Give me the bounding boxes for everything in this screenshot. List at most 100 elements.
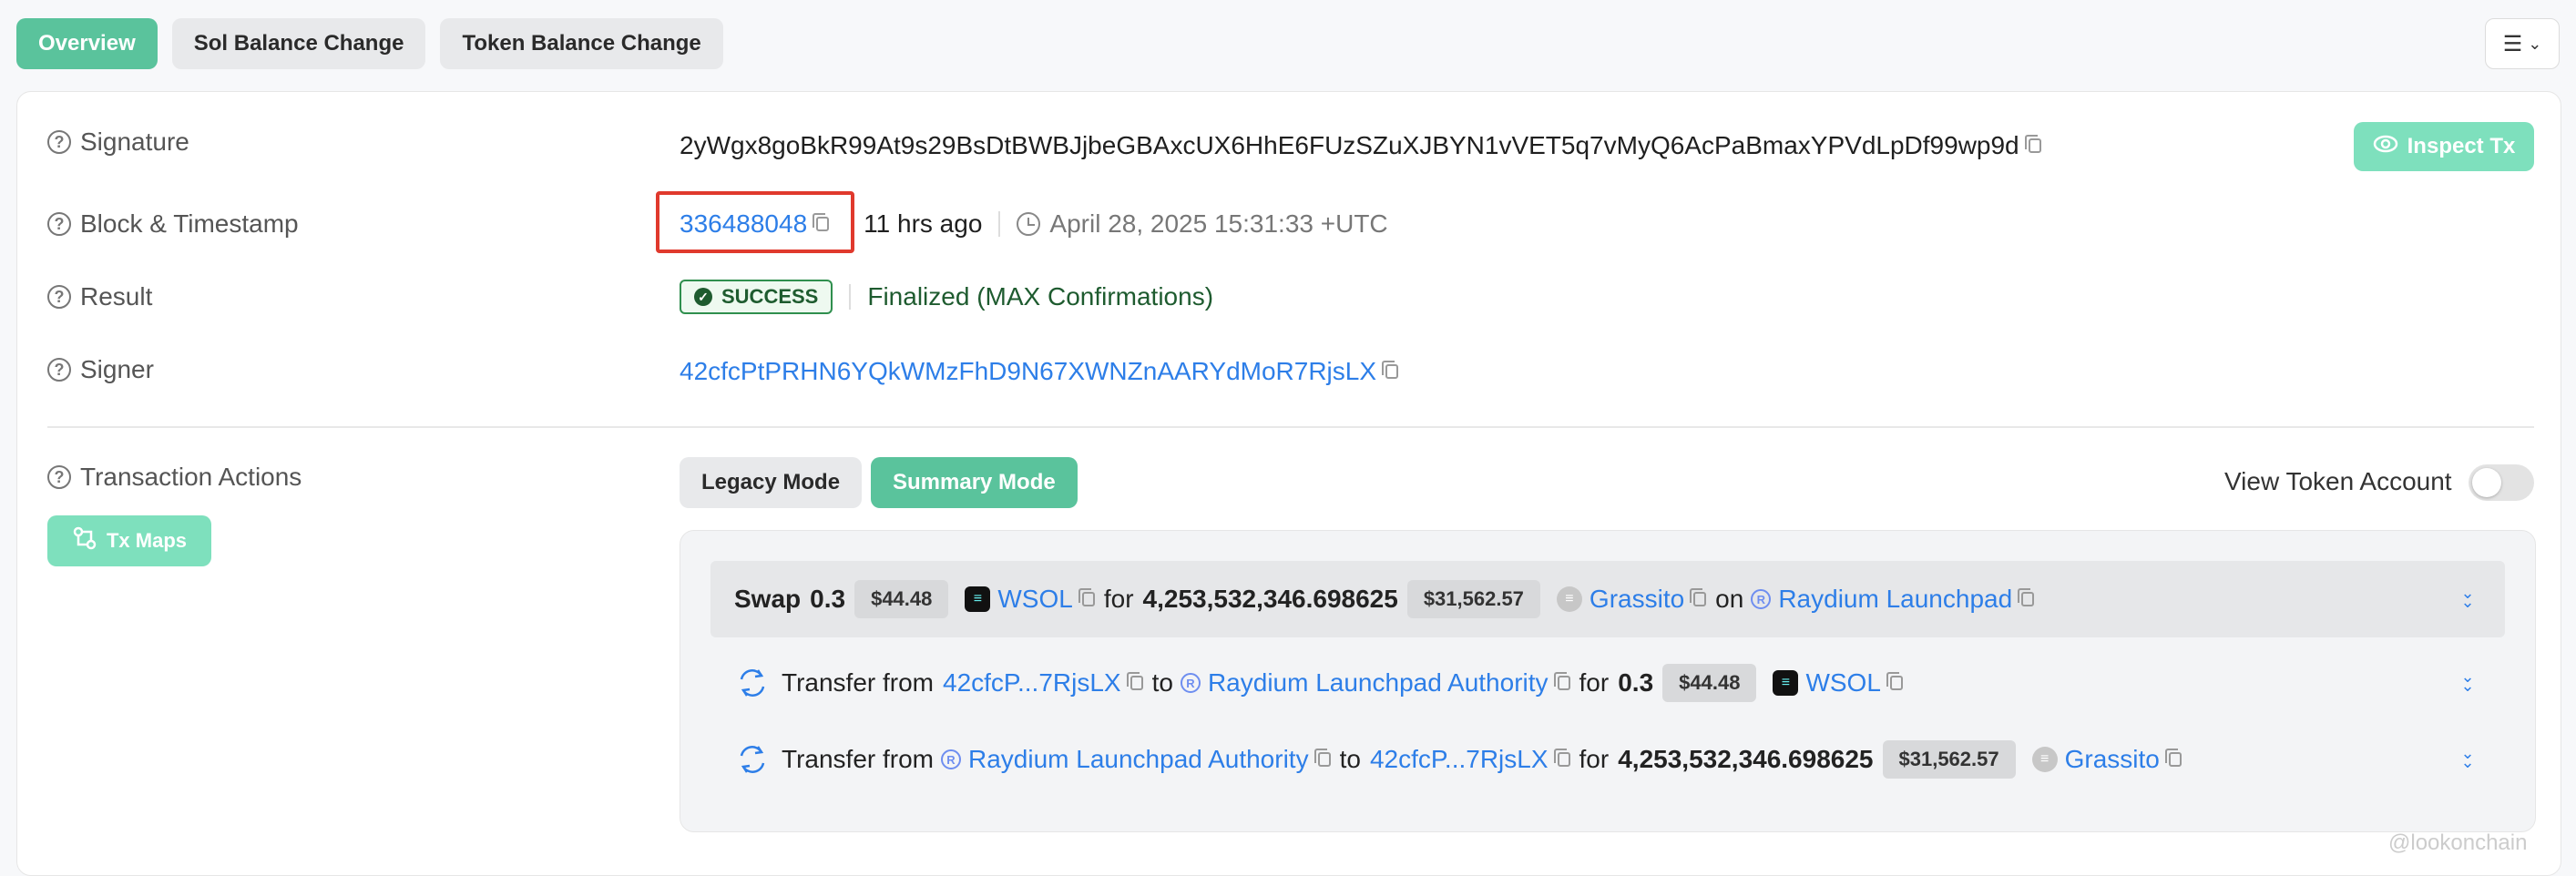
copy-icon[interactable] [813, 213, 830, 231]
for-text: for [1579, 745, 1610, 773]
usd-badge: $31,562.57 [1406, 580, 1540, 618]
inspect-tx-label: Inspect Tx [2407, 134, 2516, 158]
double-chevron-down-icon[interactable]: ⌄ ⌄ [2459, 668, 2476, 694]
copy-icon[interactable] [1126, 672, 1143, 690]
clock-icon [1017, 212, 1041, 236]
tx-maps-button[interactable]: Tx Maps [47, 515, 211, 566]
for-text: for [1579, 668, 1610, 697]
solana-token-icon: ≡ [1773, 670, 1799, 696]
section-divider [47, 426, 2534, 428]
copy-icon[interactable] [1553, 672, 1570, 690]
transfer-prefix: Transfer from [782, 668, 934, 697]
raydium-icon: R [941, 749, 961, 769]
divider [849, 284, 852, 310]
divider [998, 211, 1001, 237]
signer-address-link[interactable]: 42cfcPtPRHN6YQkWMzFhD9N67XWNZnAARYdMoR7R… [680, 357, 1376, 386]
to-text: to [1339, 745, 1361, 773]
transfer-prefix: Transfer from [782, 745, 934, 773]
copy-icon[interactable] [1553, 749, 1570, 767]
tab-token-balance-change[interactable]: Token Balance Change [440, 18, 723, 69]
view-token-account-toggle[interactable] [2469, 464, 2534, 501]
signature-label-row: ? Signature [47, 127, 189, 157]
help-icon[interactable]: ? [47, 285, 71, 309]
block-label: Block & Timestamp [80, 209, 299, 238]
tab-sol-balance-change[interactable]: Sol Balance Change [171, 18, 426, 69]
transfer-amount: 4,253,532,346.698625 [1618, 745, 1874, 773]
chevron-down-icon: ⌄ [2528, 34, 2542, 53]
actions-label: Transaction Actions [80, 463, 302, 491]
on-text: on [1715, 585, 1744, 613]
to-address-link[interactable]: Raydium Launchpad Authority [1208, 668, 1549, 698]
double-chevron-down-icon[interactable]: ⌄ ⌄ [2459, 745, 2476, 770]
copy-icon[interactable] [1886, 672, 1903, 690]
to-address-link[interactable]: 42cfcP...7RjsLX [1370, 745, 1549, 774]
tab-bar: Overview Sol Balance Change Token Balanc… [16, 18, 723, 69]
signature-value: 2yWgx8goBkR99At9s29BsDtBWBJjbeGBAxcUX6Hh… [680, 131, 2019, 159]
usd-badge: $44.48 [1662, 664, 1757, 702]
for-text: for [1103, 585, 1134, 613]
status-badge: ✓ SUCCESS [680, 280, 833, 314]
platform-link[interactable]: Raydium Launchpad [1778, 585, 2012, 614]
copy-icon[interactable] [2164, 749, 2182, 767]
solana-token-icon: ≡ [965, 586, 991, 612]
help-icon[interactable]: ? [47, 465, 71, 489]
transfer-amount: 0.3 [1618, 668, 1654, 697]
legacy-mode-button[interactable]: Legacy Mode [680, 457, 863, 508]
block-value-row: 336488048 11 hrs ago April 28, 2025 15:3… [680, 209, 1388, 239]
block-number-link[interactable]: 336488048 [680, 209, 807, 239]
swap-verb: Swap [734, 585, 802, 613]
raydium-icon: R [1751, 589, 1772, 609]
transfer-icon [736, 667, 769, 699]
check-icon: ✓ [694, 288, 712, 306]
token-link-grassito[interactable]: Grassito [1590, 585, 1684, 614]
list-icon: ☰ [2502, 31, 2523, 56]
result-value-row: ✓ SUCCESS Finalized (MAX Confirmations) [680, 280, 1213, 314]
actions-label-row: ? Transaction Actions [47, 463, 302, 492]
copy-icon[interactable] [1078, 588, 1095, 606]
usd-badge: $31,562.57 [1882, 740, 2016, 779]
signature-value-row: 2yWgx8goBkR99At9s29BsDtBWBJjbeGBAxcUX6Hh… [680, 131, 2041, 160]
route-icon [72, 525, 97, 556]
double-chevron-down-icon[interactable]: ⌄ ⌄ [2459, 585, 2476, 610]
transfer-action-row: Transfer from 42cfcP...7RjsLX to R Raydi… [736, 663, 1903, 703]
from-address-link[interactable]: 42cfcP...7RjsLX [943, 668, 1121, 698]
signer-label: Signer [80, 355, 154, 383]
raydium-icon: R [1180, 673, 1201, 693]
signer-value-row: 42cfcPtPRHN6YQkWMzFhD9N67XWNZnAARYdMoR7R… [680, 357, 1399, 386]
result-label-row: ? Result [47, 282, 152, 311]
help-icon[interactable]: ? [47, 358, 71, 382]
usd-badge: $44.48 [854, 580, 949, 618]
to-text: to [1151, 668, 1173, 697]
copy-icon[interactable] [2024, 135, 2041, 153]
token-link-wsol[interactable]: WSOL [997, 585, 1072, 614]
copy-icon[interactable] [1690, 588, 1707, 606]
block-relative-time: 11 hrs ago [864, 209, 983, 238]
swap-amount-out: 4,253,532,346.698625 [1142, 585, 1398, 613]
finality-text: Finalized (MAX Confirmations) [867, 282, 1214, 311]
view-menu-button[interactable]: ☰ ⌄ [2485, 18, 2560, 69]
tab-overview[interactable]: Overview [16, 18, 158, 69]
summary-mode-button[interactable]: Summary Mode [871, 457, 1078, 508]
token-link-wsol[interactable]: WSOL [1805, 668, 1880, 698]
copy-icon[interactable] [2018, 588, 2035, 606]
block-label-row: ? Block & Timestamp [47, 209, 299, 239]
from-address-link[interactable]: Raydium Launchpad Authority [968, 745, 1309, 774]
copy-icon[interactable] [1382, 361, 1399, 379]
status-text: SUCCESS [721, 285, 819, 308]
eye-icon [2373, 134, 2398, 159]
result-label: Result [80, 282, 153, 311]
tx-maps-label: Tx Maps [106, 529, 188, 552]
watermark: @lookonchain [2388, 830, 2528, 855]
inspect-tx-button[interactable]: Inspect Tx [2354, 122, 2534, 171]
copy-icon[interactable] [1314, 749, 1331, 767]
transfer-action-row: Transfer from R Raydium Launchpad Author… [736, 739, 2182, 779]
swap-action-row[interactable]: Swap 0.3 $44.48 ≡ WSOL for 4,253,532,346… [710, 561, 2505, 637]
help-icon[interactable]: ? [47, 212, 71, 236]
token-link-grassito[interactable]: Grassito [2065, 745, 2160, 774]
transfer-icon [736, 743, 769, 776]
view-token-account-label: View Token Account [2224, 467, 2452, 495]
signer-label-row: ? Signer [47, 355, 154, 384]
swap-amount-in: 0.3 [810, 585, 846, 613]
block-timestamp: April 28, 2025 15:31:33 +UTC [1049, 209, 1388, 238]
help-icon[interactable]: ? [47, 130, 71, 154]
